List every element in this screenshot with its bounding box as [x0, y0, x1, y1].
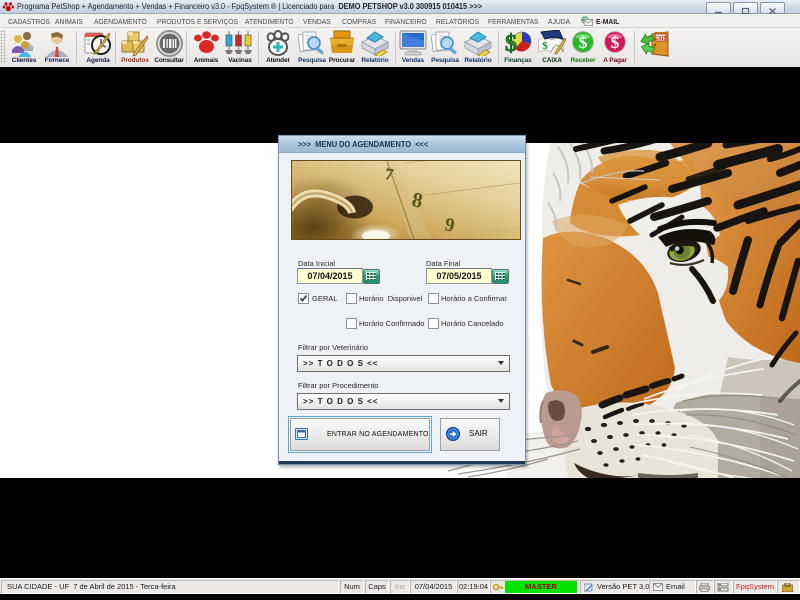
- svg-text:$: $: [542, 40, 548, 52]
- svg-text:$: $: [579, 33, 588, 52]
- svg-text:$: $: [505, 31, 517, 57]
- svg-text:EXIT: EXIT: [654, 36, 667, 42]
- svg-text:$: $: [611, 33, 620, 52]
